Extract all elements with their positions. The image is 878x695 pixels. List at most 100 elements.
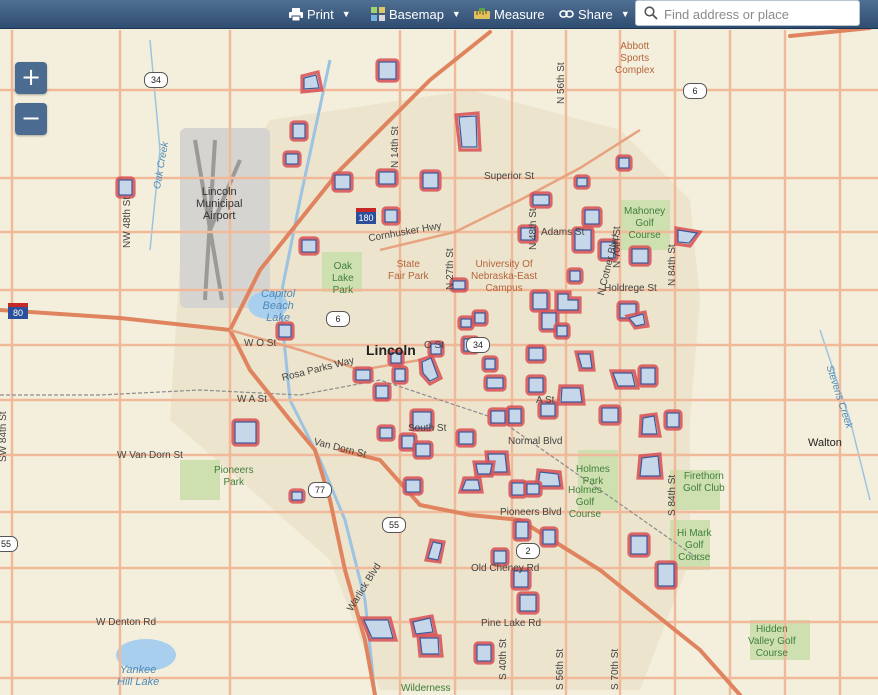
i-180-shield: 180 xyxy=(356,208,376,224)
place-label: Oak Lake Park xyxy=(332,261,354,296)
measure-icon xyxy=(474,8,490,19)
parcel[interactable] xyxy=(234,421,257,444)
measure-button[interactable]: Measure xyxy=(474,5,545,23)
parcel[interactable] xyxy=(666,412,680,428)
parcel[interactable] xyxy=(526,483,540,495)
measure-label: Measure xyxy=(494,6,545,22)
parcel[interactable] xyxy=(508,408,522,424)
parcel[interactable] xyxy=(475,463,493,475)
parcel[interactable] xyxy=(630,535,648,555)
street-label: S 70th St xyxy=(610,648,621,690)
basemap-button[interactable]: Basemap ▼ xyxy=(371,5,461,23)
parcel[interactable] xyxy=(292,123,306,139)
street-label: S 84th St xyxy=(667,474,678,516)
parcel[interactable] xyxy=(560,387,583,403)
street-label: SW 84th St xyxy=(0,411,9,462)
parcel[interactable] xyxy=(631,248,649,264)
parcel[interactable] xyxy=(511,482,525,496)
parcel[interactable] xyxy=(515,521,529,539)
parcel[interactable] xyxy=(519,594,537,612)
place-label: Wilderness xyxy=(401,683,451,694)
parcel[interactable] xyxy=(490,410,506,424)
parcel[interactable] xyxy=(474,312,486,324)
parcel[interactable] xyxy=(419,637,440,655)
parcel[interactable] xyxy=(355,369,371,381)
parcel[interactable] xyxy=(458,431,474,445)
parcel[interactable] xyxy=(301,239,317,253)
parcel[interactable] xyxy=(476,644,492,662)
parcel[interactable] xyxy=(486,377,504,389)
parcel[interactable] xyxy=(401,435,415,449)
parcel[interactable] xyxy=(378,171,396,185)
parcel[interactable] xyxy=(379,427,393,439)
parcel[interactable] xyxy=(542,529,556,545)
street-label: South St xyxy=(408,423,447,434)
search-box[interactable] xyxy=(635,0,860,26)
parcel[interactable] xyxy=(493,550,507,564)
parcel[interactable] xyxy=(618,157,630,169)
parcel[interactable] xyxy=(657,563,675,587)
place-label: University Of Nebraska-East Campus xyxy=(471,259,538,294)
parcel[interactable] xyxy=(285,153,299,165)
us-34-shield: 34 xyxy=(144,72,168,88)
parcel[interactable] xyxy=(576,177,588,187)
parcel[interactable] xyxy=(118,179,133,196)
ne-55-shield: 55 xyxy=(0,536,18,552)
parcel[interactable] xyxy=(405,479,421,493)
parcel[interactable] xyxy=(640,367,656,385)
parcel[interactable] xyxy=(291,491,303,501)
printer-icon xyxy=(289,7,303,21)
parcel[interactable] xyxy=(375,385,389,399)
parcel[interactable] xyxy=(639,455,661,477)
us-34-shield: 34 xyxy=(466,337,490,353)
parcel[interactable] xyxy=(303,74,320,90)
zoom-in-button[interactable]: + xyxy=(15,62,47,94)
place-label: Mahoney Golf Course xyxy=(624,206,666,241)
parcel[interactable] xyxy=(528,377,544,393)
place-label: Hidden Valley Golf Course xyxy=(748,624,796,659)
parcel[interactable] xyxy=(641,415,658,435)
street-label: W Denton Rd xyxy=(96,617,157,628)
parcel[interactable] xyxy=(278,324,292,338)
parcel[interactable] xyxy=(458,115,478,148)
street-label: Superior St xyxy=(484,171,535,182)
map-toolbar: Print ▼ Basemap ▼ Measure Share ▼ xyxy=(0,0,878,29)
parcel[interactable] xyxy=(422,172,439,189)
parcel[interactable] xyxy=(415,443,431,457)
place-label: Abbott Sports Complex xyxy=(615,41,655,76)
parcel[interactable] xyxy=(528,347,544,361)
parcel[interactable] xyxy=(384,209,398,223)
search-icon xyxy=(644,6,658,20)
parcel[interactable] xyxy=(334,174,351,190)
place-label: Firethorn Golf Club xyxy=(683,471,725,494)
i-80-shield: 80 xyxy=(8,303,28,319)
parcel[interactable] xyxy=(460,318,472,328)
city-label: Lincoln xyxy=(366,342,416,358)
us-6-shield: 6 xyxy=(683,83,707,99)
search-input[interactable] xyxy=(662,5,856,23)
place-label: Holmes Golf Course xyxy=(568,485,602,520)
parcel[interactable] xyxy=(569,270,581,282)
lake-label: Yankee Hill Lake xyxy=(117,664,160,688)
street-label: N 48th St xyxy=(528,208,539,250)
parcel[interactable] xyxy=(584,209,600,225)
parcel[interactable] xyxy=(394,368,406,382)
basemap-icon xyxy=(371,7,385,21)
print-label: Print xyxy=(307,6,334,22)
share-button[interactable]: Share ▼ xyxy=(559,5,630,23)
street-label: N 56th St xyxy=(556,62,567,104)
parcel[interactable] xyxy=(556,325,568,337)
parcel[interactable] xyxy=(532,194,550,206)
print-button[interactable]: Print ▼ xyxy=(289,5,351,23)
parcel[interactable] xyxy=(532,292,548,310)
airport-label: Lincoln Municipal Airport xyxy=(196,186,243,222)
parcel[interactable] xyxy=(601,407,619,423)
street-label: W Van Dorn St xyxy=(117,450,183,461)
street-label: Old Cheney Rd xyxy=(471,563,540,574)
zoom-out-button[interactable]: − xyxy=(15,103,47,135)
street-label: W O St xyxy=(244,338,277,349)
parcel[interactable] xyxy=(484,358,496,370)
parcel[interactable] xyxy=(378,61,397,80)
place-label: State Fair Park xyxy=(388,259,429,282)
chevron-down-icon: ▼ xyxy=(620,9,630,19)
